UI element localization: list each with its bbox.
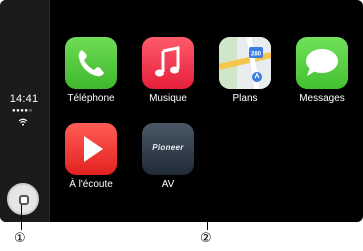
carplay-screen: 14:41 ●●●●○ Téléphone Musique 280 Plans … bbox=[0, 0, 363, 222]
play-icon bbox=[65, 123, 117, 175]
app-label: Messages bbox=[299, 93, 345, 104]
callout-leader-home bbox=[21, 205, 22, 230]
app-telephone[interactable]: Téléphone bbox=[56, 37, 126, 104]
app-plans[interactable]: 280 Plans bbox=[210, 37, 280, 104]
pioneer-logo-text: Pioneer bbox=[152, 143, 184, 152]
callout-number-home: ① bbox=[14, 231, 26, 246]
app-musique[interactable]: Musique bbox=[133, 37, 203, 104]
app-label: Plans bbox=[232, 93, 258, 104]
app-messages[interactable]: Messages bbox=[287, 37, 357, 104]
home-button[interactable] bbox=[7, 183, 39, 215]
signal-strength-indicator: ●●●●○ bbox=[12, 108, 33, 114]
callout-leader-av-vertical bbox=[207, 158, 208, 230]
app-av[interactable]: Pioneer AV bbox=[133, 123, 203, 190]
app-a-lecoute[interactable]: À l'écoute bbox=[56, 123, 126, 190]
pioneer-logo-icon: Pioneer bbox=[142, 123, 194, 175]
map-icon: 280 bbox=[219, 37, 271, 89]
wifi-icon bbox=[18, 118, 28, 126]
home-icon bbox=[19, 195, 29, 205]
app-label: À l'écoute bbox=[69, 179, 113, 190]
phone-icon bbox=[65, 37, 117, 89]
music-note-icon bbox=[142, 37, 194, 89]
app-label: AV bbox=[161, 179, 175, 190]
status-sidebar: 14:41 ●●●●○ bbox=[0, 0, 50, 222]
map-badge: 280 bbox=[251, 52, 262, 58]
callout-number-av: ② bbox=[200, 231, 212, 246]
app-label: Musique bbox=[149, 93, 187, 104]
clock: 14:41 bbox=[9, 93, 39, 105]
app-label: Téléphone bbox=[67, 93, 115, 104]
speech-bubble-icon bbox=[296, 37, 348, 89]
